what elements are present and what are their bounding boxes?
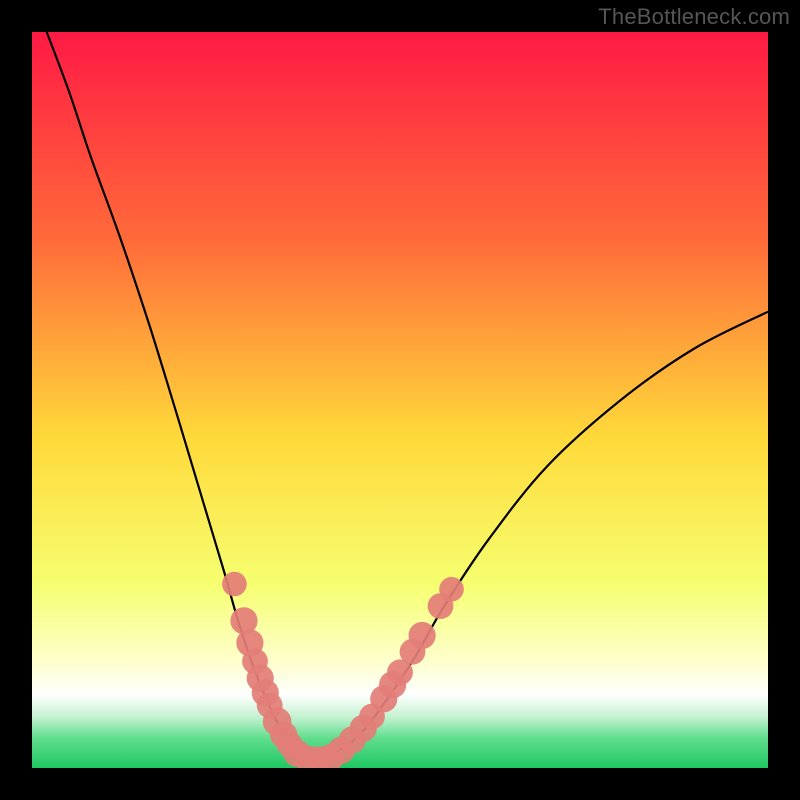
bottleneck-curve bbox=[32, 32, 768, 768]
plot-area bbox=[32, 32, 768, 768]
chart-frame: TheBottleneck.com bbox=[0, 0, 800, 800]
curve-marker bbox=[222, 572, 247, 597]
curve-marker bbox=[409, 622, 436, 649]
curve-markers bbox=[222, 572, 464, 768]
curve-marker bbox=[439, 577, 464, 602]
watermark-text: TheBottleneck.com bbox=[598, 4, 790, 30]
